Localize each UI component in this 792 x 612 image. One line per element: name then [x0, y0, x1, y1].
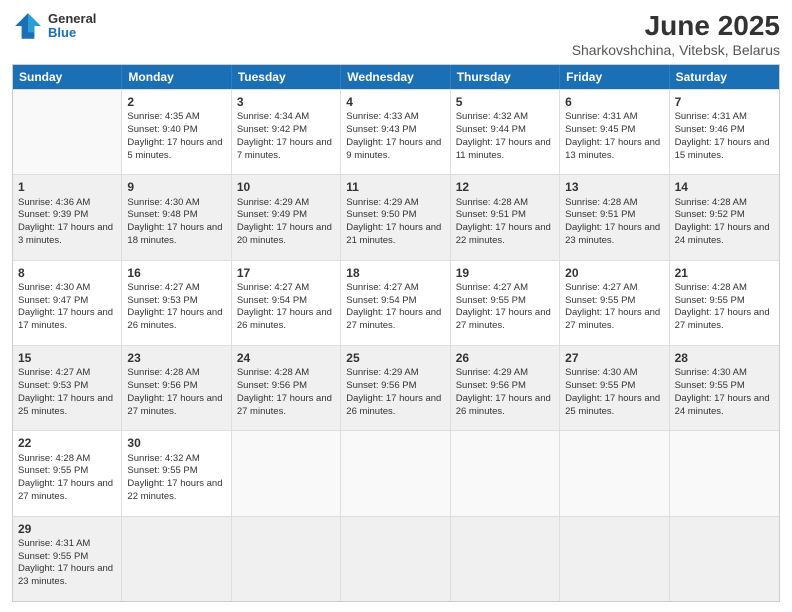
day-num: 23: [127, 350, 225, 366]
cal-cell-25: 25 Sunrise: 4:29 AMSunset: 9:56 PMDaylig…: [341, 346, 450, 430]
day-num: 1: [18, 179, 116, 195]
day-num: 4: [346, 94, 444, 110]
day-num: 8: [18, 265, 116, 281]
day-num: 14: [675, 179, 774, 195]
day-num: 27: [565, 350, 663, 366]
cal-cell-empty-1: [13, 90, 122, 174]
cal-cell-empty-9: [341, 517, 450, 601]
weekday-tuesday: Tuesday: [232, 65, 341, 89]
day-num: 5: [456, 94, 554, 110]
title-block: June 2025 Sharkovshchina, Vitebsk, Belar…: [572, 10, 780, 58]
day-num: 24: [237, 350, 335, 366]
week-row-3: 8 Sunrise: 4:30 AMSunset: 9:47 PMDayligh…: [13, 260, 779, 345]
cal-cell-22: 22 Sunrise: 4:28 AMSunset: 9:55 PMDaylig…: [13, 431, 122, 515]
day-num: 30: [127, 435, 225, 451]
week-row-5: 22 Sunrise: 4:28 AMSunset: 9:55 PMDaylig…: [13, 430, 779, 515]
cal-cell-27: 27 Sunrise: 4:30 AMSunset: 9:55 PMDaylig…: [560, 346, 669, 430]
cal-cell-8: 8 Sunrise: 4:30 AMSunset: 9:47 PMDayligh…: [13, 261, 122, 345]
cal-cell-empty-2: [232, 431, 341, 515]
cal-cell-10: 10 Sunrise: 4:29 AMSunset: 9:49 PMDaylig…: [232, 175, 341, 259]
weekday-monday: Monday: [122, 65, 231, 89]
day-num: 13: [565, 179, 663, 195]
cal-cell-4: 4 Sunrise: 4:33 AMSunset: 9:43 PMDayligh…: [341, 90, 450, 174]
cal-cell-empty-8: [232, 517, 341, 601]
day-num: 26: [456, 350, 554, 366]
day-num: 11: [346, 179, 444, 195]
day-num: 17: [237, 265, 335, 281]
cal-cell-23: 23 Sunrise: 4:28 AMSunset: 9:56 PMDaylig…: [122, 346, 231, 430]
logo: General Blue: [12, 10, 96, 42]
day-num: 9: [127, 179, 225, 195]
day-num: 28: [675, 350, 774, 366]
cal-cell-24: 24 Sunrise: 4:28 AMSunset: 9:56 PMDaylig…: [232, 346, 341, 430]
cal-cell-30: 30 Sunrise: 4:32 AMSunset: 9:55 PMDaylig…: [122, 431, 231, 515]
cal-cell-6: 6 Sunrise: 4:31 AMSunset: 9:45 PMDayligh…: [560, 90, 669, 174]
day-num: 10: [237, 179, 335, 195]
cal-cell-empty-4: [451, 431, 560, 515]
cal-cell-21: 21 Sunrise: 4:28 AMSunset: 9:55 PMDaylig…: [670, 261, 779, 345]
cal-cell-5: 5 Sunrise: 4:32 AMSunset: 9:44 PMDayligh…: [451, 90, 560, 174]
cal-cell-empty-11: [560, 517, 669, 601]
calendar: Sunday Monday Tuesday Wednesday Thursday…: [12, 64, 780, 602]
cal-cell-empty-6: [670, 431, 779, 515]
page-container: General Blue June 2025 Sharkovshchina, V…: [0, 0, 792, 612]
logo-blue: Blue: [48, 26, 96, 40]
day-num: 2: [127, 94, 225, 110]
cal-cell-empty-7: [122, 517, 231, 601]
main-title: June 2025: [572, 10, 780, 42]
day-num: 15: [18, 350, 116, 366]
cal-cell-empty-5: [560, 431, 669, 515]
weekday-thursday: Thursday: [451, 65, 560, 89]
cal-cell-3: 3 Sunrise: 4:34 AMSunset: 9:42 PMDayligh…: [232, 90, 341, 174]
cal-cell-18: 18 Sunrise: 4:27 AMSunset: 9:54 PMDaylig…: [341, 261, 450, 345]
cal-cell-empty-12: [670, 517, 779, 601]
cal-cell-20: 20 Sunrise: 4:27 AMSunset: 9:55 PMDaylig…: [560, 261, 669, 345]
cal-cell-14: 14 Sunrise: 4:28 AMSunset: 9:52 PMDaylig…: [670, 175, 779, 259]
day-num: 16: [127, 265, 225, 281]
day-num: 22: [18, 435, 116, 451]
day-num: 18: [346, 265, 444, 281]
day-num: 12: [456, 179, 554, 195]
day-num: 3: [237, 94, 335, 110]
cal-cell-26: 26 Sunrise: 4:29 AMSunset: 9:56 PMDaylig…: [451, 346, 560, 430]
cal-cell-11: 11 Sunrise: 4:29 AMSunset: 9:50 PMDaylig…: [341, 175, 450, 259]
cal-cell-17: 17 Sunrise: 4:27 AMSunset: 9:54 PMDaylig…: [232, 261, 341, 345]
cal-cell-19: 19 Sunrise: 4:27 AMSunset: 9:55 PMDaylig…: [451, 261, 560, 345]
subtitle: Sharkovshchina, Vitebsk, Belarus: [572, 42, 780, 58]
logo-text: General Blue: [48, 12, 96, 41]
logo-icon: [12, 10, 44, 42]
weekday-sunday: Sunday: [13, 65, 122, 89]
cal-cell-28: 28 Sunrise: 4:30 AMSunset: 9:55 PMDaylig…: [670, 346, 779, 430]
week-row-4: 15 Sunrise: 4:27 AMSunset: 9:53 PMDaylig…: [13, 345, 779, 430]
header: General Blue June 2025 Sharkovshchina, V…: [12, 10, 780, 58]
cal-cell-7: 7 Sunrise: 4:31 AMSunset: 9:46 PMDayligh…: [670, 90, 779, 174]
week-row-6: 29 Sunrise: 4:31 AMSunset: 9:55 PMDaylig…: [13, 516, 779, 601]
cal-cell-empty-3: [341, 431, 450, 515]
cal-cell-2: 2 Sunrise: 4:35 AMSunset: 9:40 PMDayligh…: [122, 90, 231, 174]
logo-general: General: [48, 12, 96, 26]
week-row-2: 1 Sunrise: 4:36 AMSunset: 9:39 PMDayligh…: [13, 174, 779, 259]
cal-cell-29: 29 Sunrise: 4:31 AMSunset: 9:55 PMDaylig…: [13, 517, 122, 601]
cal-cell-16: 16 Sunrise: 4:27 AMSunset: 9:53 PMDaylig…: [122, 261, 231, 345]
cal-cell-12: 12 Sunrise: 4:28 AMSunset: 9:51 PMDaylig…: [451, 175, 560, 259]
day-num: 19: [456, 265, 554, 281]
day-num: 29: [18, 521, 116, 537]
calendar-body: 2 Sunrise: 4:35 AMSunset: 9:40 PMDayligh…: [13, 89, 779, 601]
cal-cell-13: 13 Sunrise: 4:28 AMSunset: 9:51 PMDaylig…: [560, 175, 669, 259]
cal-cell-1: 1 Sunrise: 4:36 AMSunset: 9:39 PMDayligh…: [13, 175, 122, 259]
day-num: 20: [565, 265, 663, 281]
cal-cell-empty-10: [451, 517, 560, 601]
week-row-1: 2 Sunrise: 4:35 AMSunset: 9:40 PMDayligh…: [13, 89, 779, 174]
weekday-wednesday: Wednesday: [341, 65, 450, 89]
cal-cell-9: 9 Sunrise: 4:30 AMSunset: 9:48 PMDayligh…: [122, 175, 231, 259]
weekday-saturday: Saturday: [670, 65, 779, 89]
cal-cell-15: 15 Sunrise: 4:27 AMSunset: 9:53 PMDaylig…: [13, 346, 122, 430]
day-num: 6: [565, 94, 663, 110]
day-num: 25: [346, 350, 444, 366]
day-num: 7: [675, 94, 774, 110]
day-num: 21: [675, 265, 774, 281]
weekday-friday: Friday: [560, 65, 669, 89]
calendar-header: Sunday Monday Tuesday Wednesday Thursday…: [13, 65, 779, 89]
